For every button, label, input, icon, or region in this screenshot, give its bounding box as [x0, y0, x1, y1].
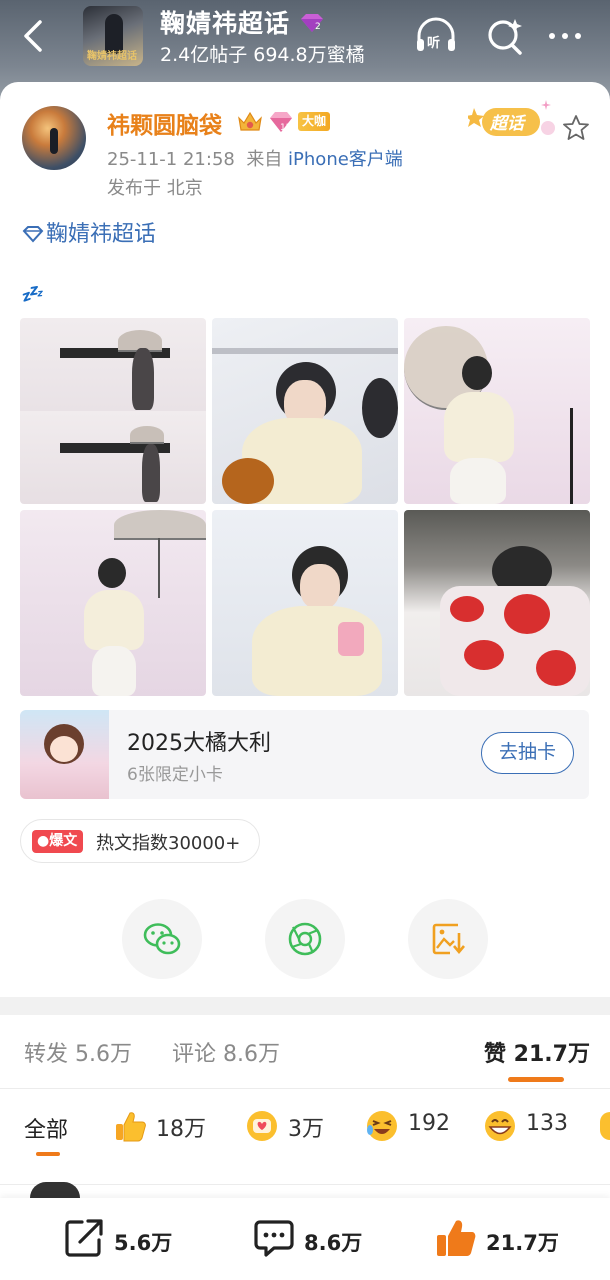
crown-badge-icon: [238, 111, 262, 131]
super-topic-sticker: 超话: [468, 100, 555, 136]
draw-card-button[interactable]: 去抽卡: [481, 732, 574, 774]
topic-stats: 2.4亿帖子 694.8万蜜橘: [160, 44, 365, 66]
user-avatar[interactable]: [22, 106, 86, 170]
promo-subtitle: 6张限定小卡: [127, 765, 223, 785]
topic-link[interactable]: 鞠婧祎超话: [22, 216, 156, 248]
cover-text: 鞠婧祎超话: [87, 51, 137, 62]
repost-count: 5.6万: [114, 1231, 173, 1255]
repost-share-icon: [65, 1219, 103, 1257]
tab-like[interactable]: 赞 21.7万: [484, 1036, 590, 1068]
post-meta: 25-11-1 21:58 来自 iPhone客户端: [107, 145, 403, 171]
thumbs-up-emoji-icon: [116, 1112, 146, 1142]
back-arrow-icon[interactable]: [18, 18, 50, 54]
svg-text:2: 2: [315, 22, 321, 32]
share-moments-button[interactable]: [265, 899, 345, 979]
comment-bubble-icon: [254, 1220, 294, 1257]
post-photo-4[interactable]: [20, 510, 206, 696]
topic-level-gem-icon: 2: [301, 14, 323, 32]
bottom-action-bar: 5.6万 8.6万 21.7万: [0, 1198, 610, 1280]
post-photo-3[interactable]: [404, 318, 590, 504]
post-text-sleep-emoji: 💤: [20, 284, 43, 305]
post-location: 发布于 北京: [107, 178, 203, 199]
tab-repost[interactable]: 转发 5.6万: [24, 1036, 132, 1068]
username[interactable]: 祎颗圆脑袋: [107, 106, 222, 140]
post-photo-5[interactable]: [212, 510, 398, 696]
diamond-icon: [22, 226, 44, 243]
topic-link-text: 鞠婧祎超话: [46, 222, 157, 247]
save-image-icon: [432, 923, 465, 955]
source-prefix: 来自: [246, 149, 283, 170]
moments-aperture-icon: [288, 922, 322, 956]
hot-tag: ●爆文: [32, 830, 84, 853]
reaction-filter-all[interactable]: 全部: [24, 1112, 68, 1144]
comment-count: 8.6万: [304, 1231, 363, 1255]
hot-index-text: 热文指数30000+: [96, 833, 241, 854]
section-divider: [0, 997, 610, 1015]
search-sparkle-icon[interactable]: [484, 16, 528, 56]
svg-text:超话: 超话: [489, 114, 527, 134]
svg-text:听: 听: [427, 35, 440, 51]
save-image-button[interactable]: [408, 899, 488, 979]
wechat-icon: [143, 923, 181, 955]
listen-headphones-icon[interactable]: 听: [414, 16, 458, 56]
topic-cover-image[interactable]: 鞠婧祎超话: [83, 6, 143, 66]
commenter-avatar-peek: [30, 1182, 80, 1198]
reaction-count-laugh-cry: 192: [408, 1111, 450, 1136]
reactions-divider: [0, 1184, 610, 1185]
fire-icon: ●: [37, 833, 50, 849]
tab-comment[interactable]: 评论 8.6万: [172, 1036, 280, 1068]
post-source[interactable]: iPhone客户端: [288, 149, 403, 170]
topic-title[interactable]: 鞠婧祎超话: [160, 4, 290, 40]
reaction-count-grin: 133: [526, 1111, 568, 1136]
more-options-icon[interactable]: [544, 16, 588, 56]
post-photo-6[interactable]: [404, 510, 590, 696]
heart-face-emoji-icon: [247, 1111, 277, 1141]
more-reactions-peek: [600, 1112, 610, 1140]
like-count: 21.7万: [486, 1231, 559, 1255]
share-wechat-button[interactable]: [122, 899, 202, 979]
post-photo-1[interactable]: [20, 318, 206, 504]
fan-level-gem-icon: 12: [270, 112, 292, 133]
vip-badge: 大咖: [298, 112, 331, 131]
grin-emoji-icon: [485, 1111, 515, 1141]
laugh-cry-emoji-icon: [367, 1111, 397, 1141]
reaction-count-thumbs-up: 18万: [156, 1117, 206, 1142]
favorite-star-icon[interactable]: [562, 114, 590, 142]
svg-text:12: 12: [280, 123, 291, 133]
lottery-promo-card[interactable]: 2025大橘大利 6张限定小卡 去抽卡: [20, 710, 589, 799]
thumbs-up-liked-icon: [437, 1220, 476, 1256]
post-photo-2[interactable]: [212, 318, 398, 504]
promo-title: 2025大橘大利: [127, 731, 271, 756]
hot-index-chip[interactable]: ●爆文 热文指数30000+: [20, 819, 260, 863]
promo-chibi-image: [20, 710, 109, 799]
tabs-divider: [0, 1088, 610, 1089]
post-timestamp: 25-11-1 21:58: [107, 149, 235, 170]
reaction-count-heart: 3万: [288, 1117, 324, 1142]
reaction-filter-indicator: [36, 1152, 60, 1156]
tab-active-indicator: [508, 1077, 564, 1082]
